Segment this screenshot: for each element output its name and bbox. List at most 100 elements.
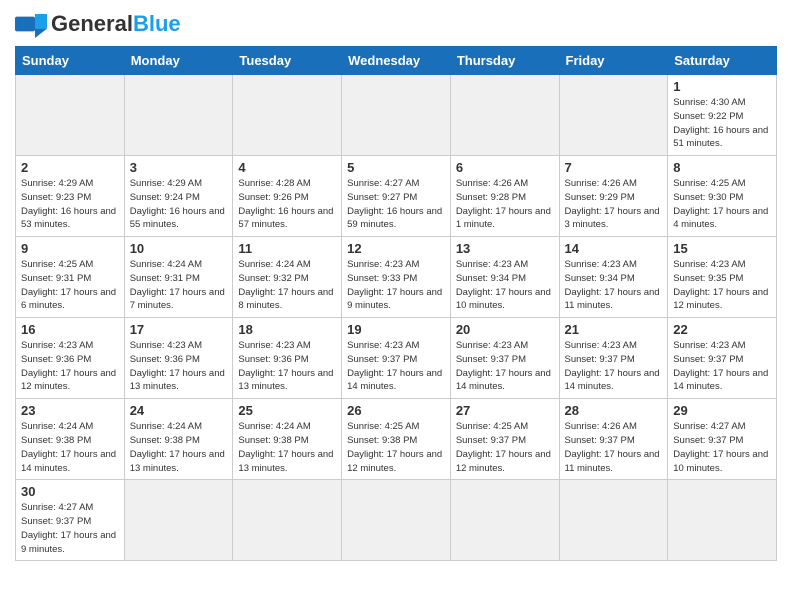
calendar-cell: [233, 480, 342, 561]
calendar-cell: 4 Sunrise: 4:28 AM Sunset: 9:26 PM Daylig…: [233, 156, 342, 237]
calendar-cell: [124, 480, 233, 561]
calendar-cell: [559, 75, 668, 156]
day-info: Sunrise: 4:23 AM Sunset: 9:34 PM Dayligh…: [456, 258, 554, 313]
weekday-header-sunday: Sunday: [16, 47, 125, 75]
day-number: 15: [673, 241, 771, 256]
day-number: 26: [347, 403, 445, 418]
week-row-4: 16 Sunrise: 4:23 AM Sunset: 9:36 PM Dayli…: [16, 318, 777, 399]
day-info: Sunrise: 4:27 AM Sunset: 9:37 PM Dayligh…: [21, 501, 119, 556]
calendar-cell: 14 Sunrise: 4:23 AM Sunset: 9:34 PM Dayli…: [559, 237, 668, 318]
calendar-cell: 10Sunrise: 4:24 AM Sunset: 9:31 PM Dayli…: [124, 237, 233, 318]
calendar-cell: 5Sunrise: 4:27 AM Sunset: 9:27 PM Daylig…: [342, 156, 451, 237]
day-number: 16: [21, 322, 119, 337]
calendar-cell: [16, 75, 125, 156]
day-info: Sunrise: 4:23 AM Sunset: 9:33 PM Dayligh…: [347, 258, 445, 313]
calendar-cell: 18 Sunrise: 4:23 AM Sunset: 9:36 PM Dayli…: [233, 318, 342, 399]
calendar-cell: 19Sunrise: 4:23 AM Sunset: 9:37 PM Dayli…: [342, 318, 451, 399]
day-number: 1: [673, 79, 771, 94]
day-number: 18: [238, 322, 336, 337]
calendar-cell: 29 Sunrise: 4:27 AM Sunset: 9:37 PM Dayli…: [668, 399, 777, 480]
day-number: 19: [347, 322, 445, 337]
week-row-1: 1Sunrise: 4:30 AM Sunset: 9:22 PM Daylig…: [16, 75, 777, 156]
calendar-cell: 27 Sunrise: 4:25 AM Sunset: 9:37 PM Dayli…: [450, 399, 559, 480]
day-number: 3: [130, 160, 228, 175]
week-row-3: 9Sunrise: 4:25 AM Sunset: 9:31 PM Daylig…: [16, 237, 777, 318]
calendar-cell: [342, 480, 451, 561]
weekday-header-row: SundayMondayTuesdayWednesdayThursdayFrid…: [16, 47, 777, 75]
header: GeneralBlue: [15, 10, 777, 38]
day-number: 11: [238, 241, 336, 256]
calendar-cell: 25 Sunrise: 4:24 AM Sunset: 9:38 PM Dayli…: [233, 399, 342, 480]
day-number: 21: [565, 322, 663, 337]
day-number: 24: [130, 403, 228, 418]
calendar-cell: 21 Sunrise: 4:23 AM Sunset: 9:37 PM Dayli…: [559, 318, 668, 399]
calendar-cell: 26 Sunrise: 4:25 AM Sunset: 9:38 PM Dayli…: [342, 399, 451, 480]
calendar-cell: 22 Sunrise: 4:23 AM Sunset: 9:37 PM Dayli…: [668, 318, 777, 399]
weekday-header-thursday: Thursday: [450, 47, 559, 75]
day-number: 10: [130, 241, 228, 256]
day-info: Sunrise: 4:26 AM Sunset: 9:37 PM Dayligh…: [565, 420, 663, 475]
day-info: Sunrise: 4:28 AM Sunset: 9:26 PM Dayligh…: [238, 177, 336, 232]
calendar-cell: 13Sunrise: 4:23 AM Sunset: 9:34 PM Dayli…: [450, 237, 559, 318]
day-number: 25: [238, 403, 336, 418]
day-info: Sunrise: 4:24 AM Sunset: 9:38 PM Dayligh…: [238, 420, 336, 475]
day-info: Sunrise: 4:25 AM Sunset: 9:38 PM Dayligh…: [347, 420, 445, 475]
logo: GeneralBlue: [15, 10, 181, 38]
day-info: Sunrise: 4:23 AM Sunset: 9:37 PM Dayligh…: [565, 339, 663, 394]
weekday-header-saturday: Saturday: [668, 47, 777, 75]
day-info: Sunrise: 4:23 AM Sunset: 9:36 PM Dayligh…: [238, 339, 336, 394]
week-row-5: 23 Sunrise: 4:24 AM Sunset: 9:38 PM Dayli…: [16, 399, 777, 480]
calendar-cell: [233, 75, 342, 156]
calendar-cell: 7Sunrise: 4:26 AM Sunset: 9:29 PM Daylig…: [559, 156, 668, 237]
day-number: 27: [456, 403, 554, 418]
calendar-cell: 3 Sunrise: 4:29 AM Sunset: 9:24 PM Daylig…: [124, 156, 233, 237]
day-number: 4: [238, 160, 336, 175]
day-number: 22: [673, 322, 771, 337]
general-blue-logo-icon: [15, 10, 47, 38]
calendar-cell: 6 Sunrise: 4:26 AM Sunset: 9:28 PM Daylig…: [450, 156, 559, 237]
calendar-cell: [450, 480, 559, 561]
day-number: 23: [21, 403, 119, 418]
calendar-cell: 24Sunrise: 4:24 AM Sunset: 9:38 PM Dayli…: [124, 399, 233, 480]
day-number: 5: [347, 160, 445, 175]
calendar-cell: [124, 75, 233, 156]
weekday-header-friday: Friday: [559, 47, 668, 75]
day-info: Sunrise: 4:25 AM Sunset: 9:37 PM Dayligh…: [456, 420, 554, 475]
calendar-cell: [668, 480, 777, 561]
day-number: 6: [456, 160, 554, 175]
calendar-cell: 23 Sunrise: 4:24 AM Sunset: 9:38 PM Dayli…: [16, 399, 125, 480]
day-number: 20: [456, 322, 554, 337]
day-info: Sunrise: 4:29 AM Sunset: 9:24 PM Dayligh…: [130, 177, 228, 232]
calendar-cell: 11Sunrise: 4:24 AM Sunset: 9:32 PM Dayli…: [233, 237, 342, 318]
calendar-cell: [559, 480, 668, 561]
day-number: 2: [21, 160, 119, 175]
day-info: Sunrise: 4:24 AM Sunset: 9:38 PM Dayligh…: [21, 420, 119, 475]
calendar-table: SundayMondayTuesdayWednesdayThursdayFrid…: [15, 46, 777, 561]
day-info: Sunrise: 4:23 AM Sunset: 9:35 PM Dayligh…: [673, 258, 771, 313]
weekday-header-wednesday: Wednesday: [342, 47, 451, 75]
calendar-cell: 8Sunrise: 4:25 AM Sunset: 9:30 PM Daylig…: [668, 156, 777, 237]
day-number: 9: [21, 241, 119, 256]
day-info: Sunrise: 4:23 AM Sunset: 9:37 PM Dayligh…: [456, 339, 554, 394]
calendar-cell: 17 Sunrise: 4:23 AM Sunset: 9:36 PM Dayli…: [124, 318, 233, 399]
day-number: 8: [673, 160, 771, 175]
day-info: Sunrise: 4:26 AM Sunset: 9:28 PM Dayligh…: [456, 177, 554, 232]
day-number: 17: [130, 322, 228, 337]
day-info: Sunrise: 4:23 AM Sunset: 9:36 PM Dayligh…: [130, 339, 228, 394]
week-row-6: 30 Sunrise: 4:27 AM Sunset: 9:37 PM Dayli…: [16, 480, 777, 561]
day-number: 30: [21, 484, 119, 499]
calendar-cell: 16Sunrise: 4:23 AM Sunset: 9:36 PM Dayli…: [16, 318, 125, 399]
day-number: 28: [565, 403, 663, 418]
day-number: 14: [565, 241, 663, 256]
day-info: Sunrise: 4:27 AM Sunset: 9:37 PM Dayligh…: [673, 420, 771, 475]
day-number: 29: [673, 403, 771, 418]
day-info: Sunrise: 4:23 AM Sunset: 9:34 PM Dayligh…: [565, 258, 663, 313]
logo-text: GeneralBlue: [51, 13, 181, 35]
calendar-cell: 1Sunrise: 4:30 AM Sunset: 9:22 PM Daylig…: [668, 75, 777, 156]
calendar-cell: [342, 75, 451, 156]
calendar-cell: 12Sunrise: 4:23 AM Sunset: 9:33 PM Dayli…: [342, 237, 451, 318]
day-info: Sunrise: 4:29 AM Sunset: 9:23 PM Dayligh…: [21, 177, 119, 232]
day-number: 7: [565, 160, 663, 175]
day-info: Sunrise: 4:23 AM Sunset: 9:37 PM Dayligh…: [673, 339, 771, 394]
weekday-header-monday: Monday: [124, 47, 233, 75]
